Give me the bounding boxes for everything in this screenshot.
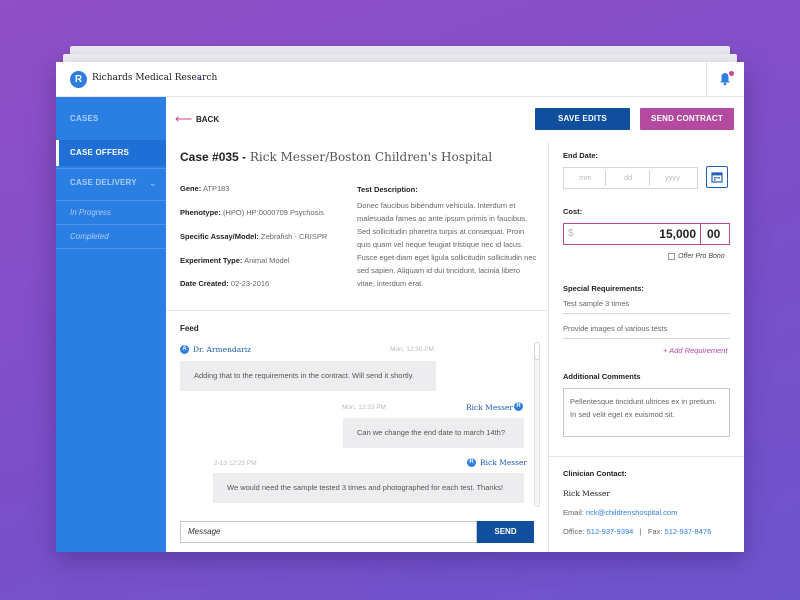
back-button[interactable]: BACK	[196, 115, 219, 124]
comments-textarea[interactable]: Pellentesque tincidunt ultrices ex in pr…	[563, 388, 730, 437]
panel-divider	[549, 456, 744, 457]
field-assay: Specific Assay/Model: Zebrafish - CRISPR	[180, 232, 327, 241]
message-author[interactable]: Rick Messer	[480, 458, 527, 467]
description-text: Donec faucibus bibendum vehicula. Interd…	[357, 201, 537, 288]
field-label: Gene:	[180, 184, 202, 193]
chevron-down-icon[interactable]: ⌄	[149, 178, 157, 189]
field-value: Animal Model	[244, 256, 290, 265]
date-year-input[interactable]: yyyy	[665, 173, 680, 182]
send-message-button[interactable]: SEND	[477, 521, 534, 543]
cost-value-input[interactable]: 15,000	[646, 227, 696, 241]
cost-label: Cost:	[563, 207, 583, 216]
end-date-label: End Date:	[563, 151, 599, 160]
sidebar-subitem-completed[interactable]: Completed	[70, 232, 109, 241]
pro-bono-checkbox[interactable]	[668, 253, 675, 260]
notifications-button[interactable]	[706, 62, 744, 97]
feed-heading: Feed	[180, 324, 199, 333]
chevron-down-icon[interactable]: ⌄	[195, 72, 203, 83]
add-requirement-link[interactable]: + Add Requirement	[663, 346, 728, 355]
date-separator	[605, 170, 606, 186]
clinician-name: Rick Messer	[563, 489, 611, 498]
message-bubble: Can we change the end date to march 14th…	[343, 418, 524, 448]
avatar: A	[180, 345, 189, 354]
sidebar-divider	[56, 200, 166, 201]
field-label: Phenotype:	[180, 208, 221, 217]
message-author[interactable]: Dr. Armendariz	[193, 345, 251, 354]
requirement-item[interactable]: Test sample 3 times	[563, 299, 730, 314]
field-date-created: Date Created: 02-23-2016	[180, 279, 269, 288]
org-logo: R	[70, 71, 87, 88]
phone-separator: |	[639, 527, 642, 536]
fax-label: Fax:	[647, 527, 663, 536]
top-bar: R Richards Medical Research ⌄	[56, 62, 744, 97]
field-value: 02-23-2016	[230, 279, 270, 288]
sidebar-subitem-in-progress[interactable]: In Progress	[70, 208, 111, 217]
cost-separator	[700, 223, 701, 245]
message-time: 2-13 12:25 PM	[214, 460, 257, 467]
field-label: Date Created:	[180, 279, 229, 288]
clinician-heading: Clinician Contact:	[563, 469, 627, 478]
calendar-icon	[711, 172, 723, 183]
field-label: Experiment Type:	[180, 256, 243, 265]
field-value: (HPO) HP:0000709 Psychosis	[222, 208, 324, 217]
message-time: Mon, 12:33 PM	[342, 404, 387, 411]
back-arrow-icon[interactable]: ⟵	[175, 112, 192, 126]
cost-cents-input[interactable]: 00	[707, 227, 720, 241]
sidebar-divider	[56, 168, 166, 169]
feed-scrollbar[interactable]	[534, 342, 540, 507]
avatar: R	[514, 402, 523, 411]
requirement-item[interactable]: Provide images of various tests	[563, 324, 730, 339]
field-label: Specific Assay/Model:	[180, 232, 259, 241]
sidebar: CASES CASE OFFERS CASE DELIVERY ⌄ In Pro…	[56, 97, 166, 552]
clinician-office-link[interactable]: 512-937-9394	[587, 527, 634, 536]
field-value: Zebrafish - CRISPR	[261, 232, 328, 241]
message-bubble: Adding that to the requirements in the c…	[180, 361, 436, 391]
calendar-button[interactable]	[706, 166, 728, 188]
field-gene: Gene: ATP183	[180, 184, 229, 193]
description-heading: Test Description:	[357, 185, 418, 194]
clinician-phone-row: Office: 512-937-9394 | Fax: 512-937-8476	[563, 527, 711, 536]
sidebar-item-case-offers[interactable]: CASE OFFERS	[56, 140, 166, 166]
pro-bono-label[interactable]: Offer Pro Bono	[678, 253, 725, 260]
requirements-label: Special Requirements:	[563, 284, 644, 293]
message-bubble: We would need the sample tested 3 times …	[213, 473, 524, 503]
clinician-email-link[interactable]: rick@childrenshospital.com	[586, 508, 677, 517]
case-title: Case #035 - Rick Messer/Boston Children'…	[180, 150, 492, 164]
field-phenotype: Phenotype: (HPO) HP:0000709 Psychosis	[180, 208, 324, 217]
comments-label: Additional Comments	[563, 372, 641, 381]
field-experiment-type: Experiment Type: Animal Model	[180, 256, 290, 265]
panel-divider	[548, 142, 549, 552]
avatar: R	[467, 458, 476, 467]
sidebar-item-cases[interactable]: CASES	[56, 106, 166, 132]
message-author[interactable]: Rick Messer	[466, 403, 513, 412]
clinician-fax-link[interactable]: 512-937-8476	[665, 527, 712, 536]
save-edits-button[interactable]: SAVE EDITS	[535, 108, 630, 130]
email-label: Email:	[563, 508, 584, 517]
date-day-input[interactable]: dd	[624, 173, 632, 182]
office-label: Office:	[563, 527, 585, 536]
message-input[interactable]: Message	[180, 521, 477, 543]
feed-divider	[166, 310, 548, 311]
clinician-email-row: Email: rick@childrenshospital.com	[563, 508, 677, 517]
app-window: R Richards Medical Research ⌄ CASES CASE…	[56, 62, 744, 552]
message-time: Mon, 12:30 PM	[390, 346, 435, 353]
field-value: ATP183	[202, 184, 230, 193]
notification-dot	[729, 71, 734, 76]
date-separator	[649, 170, 650, 186]
case-name: Rick Messer/Boston Children's Hospital	[249, 150, 493, 164]
sidebar-divider	[56, 248, 166, 249]
date-month-input[interactable]: mm	[579, 173, 592, 182]
feed-scrollbar-thumb[interactable]	[534, 342, 540, 360]
currency-symbol: $	[568, 228, 574, 239]
case-number: Case #035 -	[180, 150, 247, 164]
send-contract-button[interactable]: SEND CONTRACT	[640, 108, 734, 130]
sidebar-divider	[56, 224, 166, 225]
